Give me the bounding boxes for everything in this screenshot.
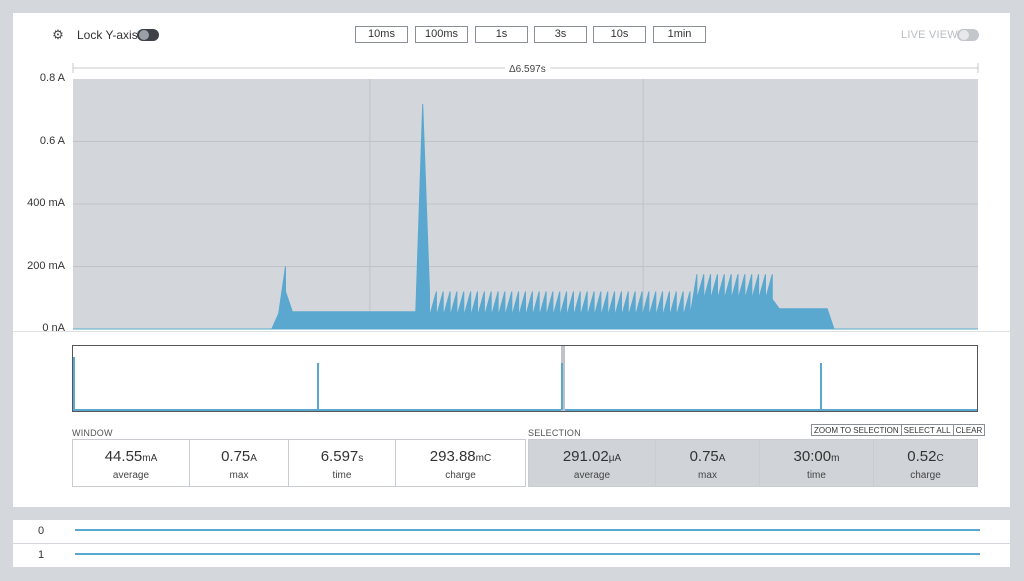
toggle-knob bbox=[959, 30, 969, 40]
stat-unit: C bbox=[936, 453, 944, 464]
overview-chart[interactable] bbox=[72, 345, 978, 412]
stat-label: max bbox=[698, 470, 717, 481]
selection-stats-title: SELECTION bbox=[528, 428, 581, 438]
stat-unit: m bbox=[831, 453, 840, 464]
stat-label: time bbox=[807, 470, 826, 481]
toggle-knob bbox=[139, 30, 149, 40]
stat-value: 293.88 bbox=[429, 448, 476, 465]
stat-charge: 0.52C charge bbox=[874, 440, 977, 486]
lock-y-axis-toggle[interactable] bbox=[137, 29, 159, 41]
chart-toolbar: ⚙ Lock Y-axis 10ms 100ms 1s 3s 10s 1min … bbox=[13, 13, 1010, 57]
y-tick-label: 0.6 A bbox=[39, 135, 65, 147]
gear-icon[interactable]: ⚙ bbox=[51, 28, 65, 42]
stat-value: 30:00 bbox=[793, 448, 832, 465]
stat-unit: A bbox=[250, 453, 257, 464]
stat-unit: mA bbox=[142, 453, 158, 464]
stat-label: charge bbox=[910, 470, 941, 481]
delta-time-label: Δ6.597s bbox=[505, 64, 550, 75]
stat-max: 0.75A max bbox=[190, 440, 289, 486]
stat-unit: A bbox=[718, 453, 726, 464]
channel-label: 0 bbox=[38, 525, 45, 537]
divider bbox=[13, 331, 1010, 332]
channel-trace bbox=[75, 553, 980, 555]
select-all-button[interactable]: SELECT ALL bbox=[900, 424, 954, 436]
stat-label: average bbox=[112, 470, 150, 481]
selection-stats: 291.02μA average 0.75A max 30:00m time 0… bbox=[528, 439, 978, 487]
stat-value: 291.02 bbox=[562, 448, 609, 465]
overview-spike bbox=[820, 363, 822, 410]
channel-trace bbox=[75, 529, 980, 531]
overview-spike bbox=[73, 357, 75, 410]
window-button-100ms[interactable]: 100ms bbox=[415, 26, 468, 43]
window-button-10s[interactable]: 10s bbox=[593, 26, 646, 43]
stat-charge: 293.88mC charge bbox=[396, 440, 525, 486]
y-tick-label: 400 mA bbox=[27, 197, 65, 209]
stat-time: 6.597s time bbox=[289, 440, 396, 486]
power-profiler-panel: ⚙ Lock Y-axis 10ms 100ms 1s 3s 10s 1min … bbox=[13, 13, 1010, 507]
lock-y-axis-label: Lock Y-axis bbox=[77, 28, 138, 42]
channel-label: 1 bbox=[38, 549, 45, 561]
window-stats-title: WINDOW bbox=[72, 428, 113, 438]
stat-value: 6.597 bbox=[320, 448, 359, 465]
digital-channel-0: 0 bbox=[13, 520, 1010, 543]
window-button-10ms[interactable]: 10ms bbox=[355, 26, 408, 43]
stat-unit: s bbox=[358, 453, 364, 464]
window-stats: 44.55mA average 0.75A max 6.597s time 29… bbox=[72, 439, 526, 487]
y-tick-label: 0.8 A bbox=[39, 72, 65, 84]
selection-buttons: ZOOM TO SELECTION SELECT ALL CLEAR bbox=[811, 424, 986, 436]
zoom-to-selection-button[interactable]: ZOOM TO SELECTION bbox=[811, 424, 902, 436]
stat-label: time bbox=[332, 470, 352, 481]
stat-unit: mC bbox=[475, 453, 492, 464]
stat-average: 44.55mA average bbox=[73, 440, 190, 486]
overview-frame bbox=[72, 345, 978, 412]
window-button-1s[interactable]: 1s bbox=[475, 26, 528, 43]
overview-spike bbox=[561, 363, 563, 410]
stat-value: 44.55 bbox=[104, 448, 143, 465]
digital-channels-panel: 0 1 bbox=[13, 520, 1010, 567]
stat-unit: μA bbox=[608, 453, 622, 464]
y-tick-label: 200 mA bbox=[27, 260, 65, 272]
stat-label: max bbox=[229, 470, 249, 481]
live-view-toggle[interactable] bbox=[957, 29, 979, 41]
window-button-1min[interactable]: 1min bbox=[653, 26, 706, 43]
stat-label: charge bbox=[445, 470, 476, 481]
digital-channel-1: 1 bbox=[13, 544, 1010, 567]
y-tick-label: 0 nA bbox=[42, 322, 65, 334]
stat-average: 291.02μA average bbox=[529, 440, 656, 486]
live-view-label: LIVE VIEW bbox=[901, 29, 958, 41]
current-chart[interactable]: Δ6.597s 0.8 A 0.6 A 400 mA 200 mA 0 nA bbox=[13, 57, 1010, 343]
stat-value: 0.52 bbox=[907, 448, 937, 465]
window-button-3s[interactable]: 3s bbox=[534, 26, 587, 43]
stat-label: average bbox=[573, 470, 611, 481]
stat-value: 0.75 bbox=[689, 448, 719, 465]
stat-max: 0.75A max bbox=[656, 440, 760, 486]
current-chart-svg[interactable] bbox=[13, 57, 1010, 343]
clear-button[interactable]: CLEAR bbox=[952, 424, 986, 436]
overview-spike bbox=[317, 363, 319, 410]
stat-time: 30:00m time bbox=[760, 440, 874, 486]
stat-value: 0.75 bbox=[221, 448, 251, 465]
